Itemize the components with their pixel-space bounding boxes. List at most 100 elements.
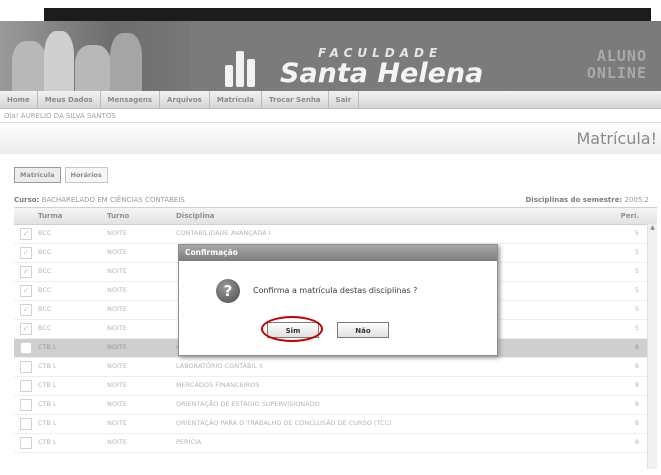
disciplina-cell: PERÍCIA bbox=[176, 438, 202, 446]
turno-cell: NOITE bbox=[107, 419, 127, 427]
periodo-cell: 5 bbox=[634, 248, 639, 256]
header-periodo: Perí. bbox=[620, 212, 639, 220]
row-checkbox[interactable] bbox=[20, 342, 32, 354]
no-button[interactable]: Não bbox=[337, 322, 389, 338]
turno-cell: NOITE bbox=[107, 343, 127, 351]
turno-cell: NOITE bbox=[107, 229, 127, 237]
disciplina-cell: ORIENTAÇÃO PARA O TRABALHO DE CONCLUSÃO … bbox=[176, 419, 392, 427]
turma-cell: BCC bbox=[38, 286, 52, 294]
disciplinas-semestre: Disciplinas do semestre: 2005.2 bbox=[525, 196, 649, 204]
turma-cell: BCC bbox=[38, 267, 52, 275]
scroll-up-icon[interactable]: ▲ bbox=[648, 224, 657, 231]
tab-horarios[interactable]: Horários bbox=[64, 167, 108, 183]
disciplina-cell: MERCADOS FINANCEIROS bbox=[176, 381, 260, 389]
row-checkbox[interactable]: ✓ bbox=[20, 266, 32, 278]
turma-cell: CTB L bbox=[38, 362, 57, 370]
table-header: Turma Turno Disciplina Perí. bbox=[14, 207, 657, 225]
turno-cell: NOITE bbox=[107, 267, 127, 275]
row-checkbox[interactable] bbox=[20, 399, 32, 411]
nav-meus-dados[interactable]: Meus Dados bbox=[38, 91, 101, 108]
disciplina-cell: LABORATÓRIO CONTÁBIL II bbox=[176, 362, 263, 370]
row-checkbox[interactable] bbox=[20, 437, 32, 449]
institution-name: Santa Helena bbox=[280, 58, 484, 89]
turma-cell: CTB L bbox=[38, 400, 57, 408]
table-scrollbar[interactable]: ▲ bbox=[647, 224, 657, 469]
row-checkbox[interactable] bbox=[20, 361, 32, 373]
turno-cell: NOITE bbox=[107, 305, 127, 313]
table-row[interactable]: CTB L NOITE PERÍCIA 8 bbox=[14, 434, 657, 453]
tab-bar: Matrícula Horários bbox=[14, 167, 112, 183]
aluno-line1: ALUNO bbox=[596, 47, 647, 65]
faculdade-logo-icon bbox=[223, 43, 263, 87]
turno-cell: NOITE bbox=[107, 438, 127, 446]
periodo-cell: 8 bbox=[634, 343, 639, 351]
row-checkbox[interactable] bbox=[20, 380, 32, 392]
turno-cell: NOITE bbox=[107, 286, 127, 294]
turno-cell: NOITE bbox=[107, 362, 127, 370]
header-turno: Turno bbox=[107, 212, 130, 220]
page-title-bar: Matrícula! bbox=[0, 122, 661, 154]
turma-cell: CTB L bbox=[38, 343, 57, 351]
disciplinas-value: 2005.2 bbox=[624, 196, 650, 204]
row-checkbox[interactable]: ✓ bbox=[20, 285, 32, 297]
periodo-cell: 5 bbox=[634, 305, 639, 313]
curso-label: Curso: bbox=[14, 196, 40, 204]
periodo-cell: 8 bbox=[634, 438, 639, 446]
curso-value: BACHARELADO EM CIÊNCIAS CONTÁBEIS bbox=[41, 196, 185, 204]
header-disciplina: Disciplina bbox=[176, 212, 215, 220]
disciplina-cell: ORIENTAÇÃO DE ESTÁGIO SUPERVISIONADO bbox=[176, 400, 320, 408]
turno-cell: NOITE bbox=[107, 248, 127, 256]
row-checkbox[interactable]: ✓ bbox=[20, 247, 32, 259]
row-checkbox[interactable]: ✓ bbox=[20, 228, 32, 240]
dialog-message: Confirma a matrícula destas disciplinas … bbox=[253, 286, 418, 295]
turma-cell: BCC bbox=[38, 248, 52, 256]
main-nav: Home Meus Dados Mensagens Arquivos Matrí… bbox=[0, 91, 661, 109]
turma-cell: CTB L bbox=[38, 381, 57, 389]
header-banner: FACULDADE Santa Helena ALUNO ONLINE bbox=[0, 21, 661, 91]
top-dark-bar bbox=[44, 8, 651, 21]
periodo-cell: 5 bbox=[634, 286, 639, 294]
curso-info: Curso: BACHARELADO EM CIÊNCIAS CONTÁBEIS bbox=[14, 196, 185, 204]
nav-mensagens[interactable]: Mensagens bbox=[101, 91, 161, 108]
aluno-online-label: ALUNO ONLINE bbox=[567, 48, 647, 82]
turno-cell: NOITE bbox=[107, 381, 127, 389]
row-checkbox[interactable]: ✓ bbox=[20, 323, 32, 335]
students-photo bbox=[0, 21, 190, 91]
turma-cell: CTB L bbox=[38, 438, 57, 446]
turma-cell: BCC bbox=[38, 229, 52, 237]
row-checkbox[interactable]: ✓ bbox=[20, 304, 32, 316]
nav-arquivos[interactable]: Arquivos bbox=[160, 91, 210, 108]
periodo-cell: 5 bbox=[634, 324, 639, 332]
nav-matricula[interactable]: Matrícula bbox=[210, 91, 263, 108]
table-row[interactable]: CTB L NOITE ORIENTAÇÃO PARA O TRABALHO DE … bbox=[14, 415, 657, 434]
periodo-cell: 8 bbox=[634, 419, 639, 427]
periodo-cell: 8 bbox=[634, 400, 639, 408]
question-icon: ? bbox=[216, 279, 240, 303]
nav-home[interactable]: Home bbox=[0, 91, 38, 108]
header-turma: Turma bbox=[38, 212, 63, 220]
periodo-cell: 8 bbox=[634, 362, 639, 370]
aluno-line2: ONLINE bbox=[586, 64, 647, 82]
nav-trocar-senha[interactable]: Trocar Senha bbox=[262, 91, 329, 108]
confirmation-dialog: Confirmação ? Confirma a matrícula desta… bbox=[178, 244, 498, 356]
user-greeting: Ola! AURÉLIO DA SILVA SANTOS bbox=[4, 112, 116, 120]
turno-cell: NOITE bbox=[107, 400, 127, 408]
highlight-ring bbox=[261, 316, 323, 342]
periodo-cell: 5 bbox=[634, 267, 639, 275]
turno-cell: NOITE bbox=[107, 324, 127, 332]
periodo-cell: 5 bbox=[634, 229, 639, 237]
nav-sair[interactable]: Sair bbox=[329, 91, 360, 108]
tab-matricula[interactable]: Matrícula bbox=[14, 167, 61, 183]
page-title: Matrícula! bbox=[576, 129, 657, 148]
turma-cell: BCC bbox=[38, 305, 52, 313]
table-row[interactable]: CTB L NOITE ORIENTAÇÃO DE ESTÁGIO SUPERVIS… bbox=[14, 396, 657, 415]
turma-cell: BCC bbox=[38, 324, 52, 332]
dialog-title: Confirmação bbox=[179, 245, 497, 261]
table-row[interactable]: ✓ BCC NOITE CONTABILIDADE AVANÇADA I 5 bbox=[14, 225, 657, 244]
table-row[interactable]: CTB L NOITE MERCADOS FINANCEIROS 8 bbox=[14, 377, 657, 396]
row-checkbox[interactable] bbox=[20, 418, 32, 430]
table-row[interactable]: CTB L NOITE LABORATÓRIO CONTÁBIL II 8 bbox=[14, 358, 657, 377]
turma-cell: CTB L bbox=[38, 419, 57, 427]
disciplina-cell: CONTABILIDADE AVANÇADA I bbox=[176, 229, 271, 237]
disciplinas-label: Disciplinas do semestre: bbox=[525, 196, 623, 204]
